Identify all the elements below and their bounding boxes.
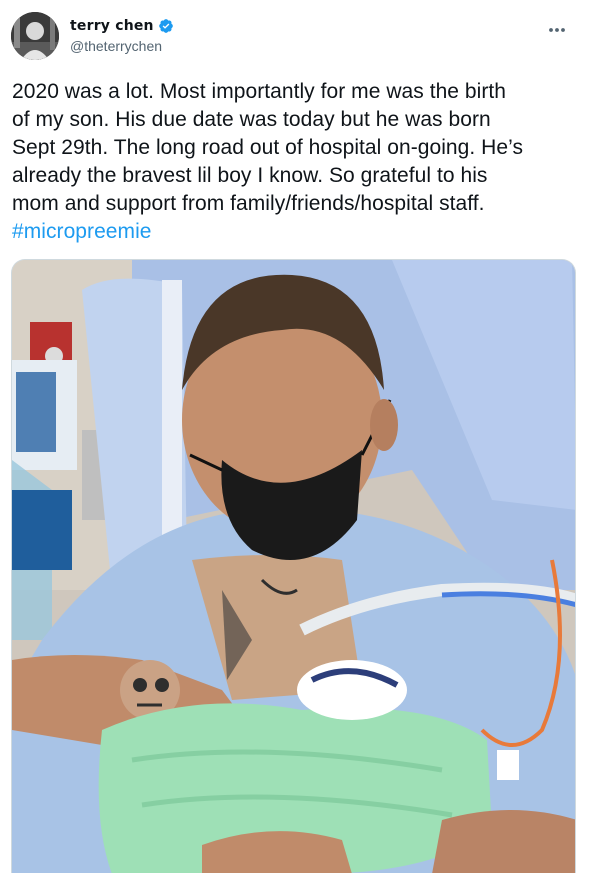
name-row: terry chen: [70, 16, 174, 36]
avatar[interactable]: [11, 12, 59, 60]
user-handle[interactable]: @theterrychen: [70, 38, 174, 54]
tweet-text-line: already the bravest lil boy I know. So g…: [12, 164, 488, 187]
user-names: terry chen @theterrychen: [70, 16, 174, 54]
hashtag-link[interactable]: #micropreemie: [12, 220, 152, 243]
tweet-text: 2020 was a lot. Most importantly for me …: [12, 78, 577, 246]
tweet-header: terry chen @theterrychen: [11, 12, 577, 62]
tweet-text-line: 2020 was a lot. Most importantly for me …: [12, 80, 507, 103]
more-horizontal-icon[interactable]: [547, 22, 567, 38]
tweet-text-line: of my son. His due date was today but he…: [12, 108, 491, 131]
verified-badge-icon: [158, 18, 174, 34]
tweet-text-line: Sept 29th. The long road out of hospital…: [12, 136, 523, 159]
tweet-photo[interactable]: [11, 259, 576, 873]
photo-illustration: [12, 260, 575, 873]
tweet-text-line: mom and support from family/friends/hosp…: [12, 192, 485, 215]
tweet: terry chen @theterrychen 2020 was a lot.…: [0, 0, 589, 873]
display-name[interactable]: terry chen: [70, 18, 154, 34]
